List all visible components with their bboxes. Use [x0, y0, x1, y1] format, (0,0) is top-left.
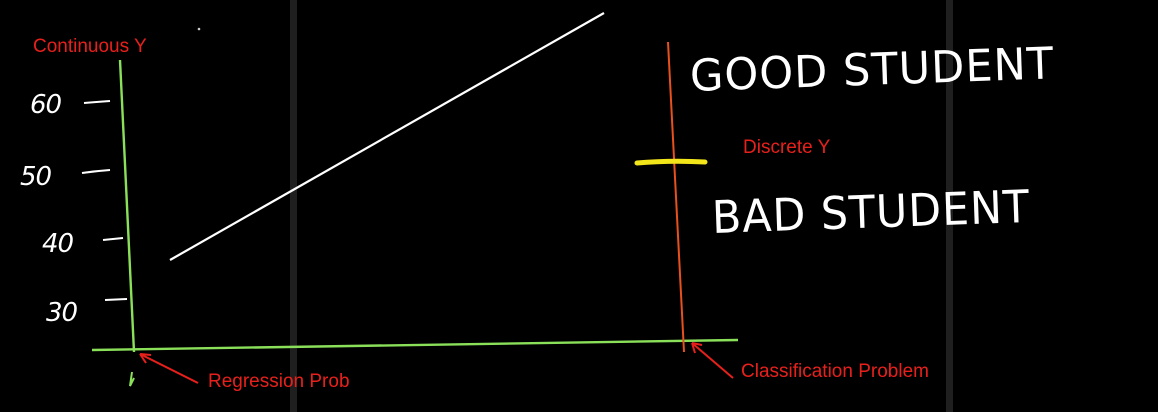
regression-arrow-shaft [139, 353, 199, 384]
classification-label: Classification Problem [741, 361, 929, 382]
regression-line [169, 12, 605, 261]
whiteboard-canvas: Continuous Y Discrete Y Regression Prob … [0, 0, 1158, 412]
tick-label-50: 50 [20, 162, 52, 192]
good-student-label: GOOD STUDENT [689, 38, 1055, 102]
y-axis-line [118, 59, 136, 353]
tick-label-30: 30 [46, 298, 78, 328]
tick-mark-30 [104, 298, 128, 301]
regression-label: Regression Prob [208, 371, 350, 392]
tick-mark-60 [83, 100, 111, 104]
tick-mark-50 [81, 169, 111, 174]
bad-student-label: BAD STUDENT [711, 179, 1031, 244]
x-axis-line [91, 338, 739, 352]
classification-arrow-shaft [691, 342, 734, 379]
chalk-dot [197, 27, 201, 31]
continuous-y-label: Continuous Y [33, 36, 147, 57]
class-axis-line [667, 41, 685, 353]
threshold-marker [634, 158, 708, 166]
discrete-y-label: Discrete Y [743, 137, 831, 158]
tick-label-60: 60 [30, 90, 62, 120]
axis-tail-mark [129, 371, 135, 387]
tick-mark-40 [102, 237, 124, 241]
tick-label-40: 40 [42, 229, 74, 259]
panel-separator [290, 0, 297, 412]
